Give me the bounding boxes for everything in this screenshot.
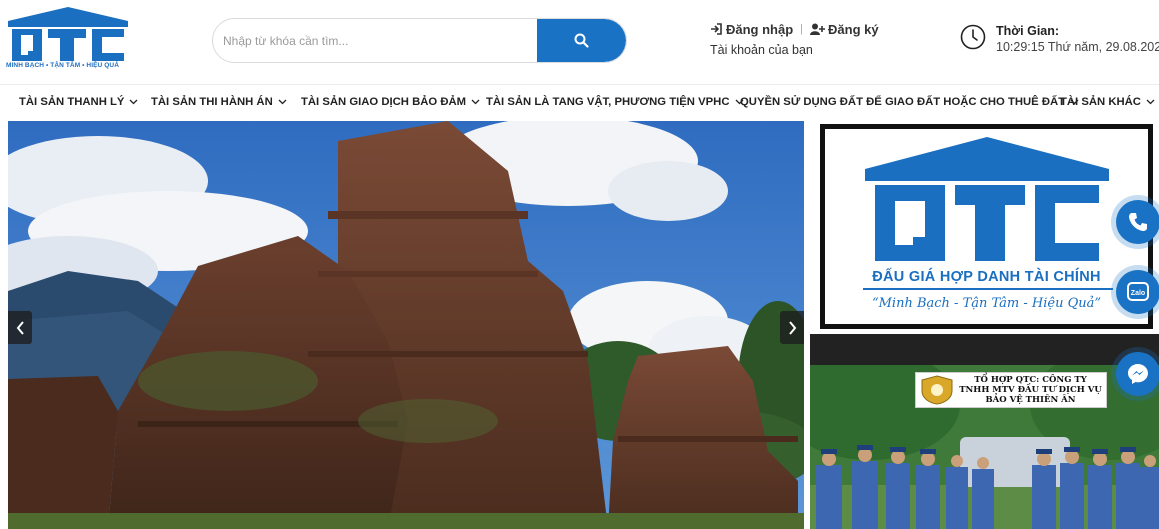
site-logo[interactable]: MINH BẠCH • TẬN TÂM • HIỆU QUẢ	[6, 7, 130, 73]
nav-item-label: TÀI SẢN GIAO DỊCH BẢO ĐẢM	[301, 96, 467, 108]
logo-tagline: MINH BẠCH • TẬN TÂM • HIỆU QUẢ	[6, 62, 119, 69]
account-subtitle: Tài khoản của bạn	[710, 43, 813, 57]
shield-badge-icon	[921, 375, 953, 405]
slider-prev-button[interactable]	[8, 311, 32, 344]
nav-item-label: TÀI SẢN LÀ TANG VẬT, PHƯƠNG TIỆN VPHC	[486, 96, 730, 108]
account-panel: Đăng nhập | Đăng ký Tài khoản của bạn	[710, 20, 910, 64]
zalo-button[interactable]: Zalo	[1116, 270, 1159, 314]
search-bar	[212, 18, 627, 63]
main-nav: TÀI SẢN THANH LÝ TÀI SẢN THI HÀNH ÁN TÀI…	[0, 84, 1159, 120]
slider-next-button[interactable]	[780, 311, 804, 344]
clock-icon	[960, 24, 986, 50]
chevron-down-icon	[278, 99, 287, 105]
login-label: Đăng nhập	[726, 21, 794, 37]
security-banner[interactable]: TỔ HỢP QTC: CÔNG TY TNHH MTV ĐẦU TƯ DỊCH…	[810, 334, 1159, 529]
brand-divider	[863, 288, 1113, 290]
nav-item-tai-san-thanh-ly[interactable]: TÀI SẢN THANH LÝ	[19, 96, 138, 108]
login-link[interactable]: Đăng nhập	[710, 22, 793, 37]
chevron-right-icon	[788, 320, 796, 335]
account-separator: |	[800, 23, 804, 35]
nav-item-label: TÀI SẢN THI HÀNH ÁN	[151, 96, 273, 108]
nav-item-label: TÀI SẢN THANH LÝ	[19, 96, 125, 108]
brand-company-name: ĐẤU GIÁ HỢP DANH TÀI CHÍNH	[872, 269, 1101, 285]
user-plus-icon	[810, 23, 826, 35]
nav-item-tai-san-thi-hanh-an[interactable]: TÀI SẢN THI HÀNH ÁN	[151, 96, 287, 108]
call-button[interactable]	[1116, 200, 1159, 244]
nav-item-tai-san-khac[interactable]: TÀI SẢN KHÁC	[1060, 96, 1155, 108]
nav-item-label: TÀI SẢN KHÁC	[1060, 96, 1141, 108]
register-link[interactable]: Đăng ký	[810, 22, 879, 37]
brand-banner[interactable]: ĐẤU GIÁ HỢP DANH TÀI CHÍNH “Minh Bạch - …	[820, 124, 1153, 329]
hero-slider	[8, 121, 804, 529]
security-sign: TỔ HỢP QTC: CÔNG TY TNHH MTV ĐẦU TƯ DỊCH…	[915, 372, 1107, 408]
nav-item-tang-vat-phuong-tien[interactable]: TÀI SẢN LÀ TANG VẬT, PHƯƠNG TIỆN VPHC	[486, 96, 744, 108]
search-button[interactable]	[537, 19, 626, 62]
chevron-down-icon	[1146, 99, 1155, 105]
qtc-logo-icon	[8, 7, 128, 61]
zalo-label: Zalo	[1131, 290, 1145, 297]
chevron-down-icon	[471, 99, 480, 105]
register-label: Đăng ký	[828, 21, 879, 37]
nav-item-tai-san-giao-dich-bao-dam[interactable]: TÀI SẢN GIAO DỊCH BẢO ĐẢM	[301, 96, 480, 108]
search-icon	[574, 33, 589, 48]
time-value: 10:29:15 Thứ năm, 29.08.2024	[996, 40, 1159, 54]
brand-slogan: “Minh Bạch - Tận Tâm - Hiệu Quả”	[871, 296, 1102, 311]
nav-item-label: QUYỀN SỬ DỤNG ĐẤT ĐỂ GIAO ĐẤT HOẶC CHO T…	[740, 96, 1066, 108]
search-input[interactable]	[213, 19, 538, 62]
security-sign-text: TỔ HỢP QTC: CÔNG TY TNHH MTV ĐẦU TƯ DỊCH…	[959, 375, 1102, 405]
login-icon	[711, 23, 722, 35]
chevron-left-icon	[16, 320, 24, 335]
chevron-down-icon	[129, 99, 138, 105]
phone-icon	[1129, 213, 1147, 231]
time-display: Thời Gian: 10:29:15 Thứ năm, 29.08.2024	[958, 20, 1159, 64]
hero-image-temple	[8, 121, 804, 529]
qtc-brand-logo-icon	[865, 137, 1109, 261]
messenger-icon	[1128, 364, 1148, 384]
messenger-button[interactable]	[1116, 352, 1159, 396]
nav-item-quyen-su-dung-dat[interactable]: QUYỀN SỬ DỤNG ĐẤT ĐỂ GIAO ĐẤT HOẶC CHO T…	[740, 96, 1079, 108]
time-label: Thời Gian:	[996, 24, 1060, 38]
zalo-icon: Zalo	[1127, 282, 1149, 301]
site-header: MINH BẠCH • TẬN TÂM • HIỆU QUẢ Đăng nhập…	[0, 0, 1159, 84]
